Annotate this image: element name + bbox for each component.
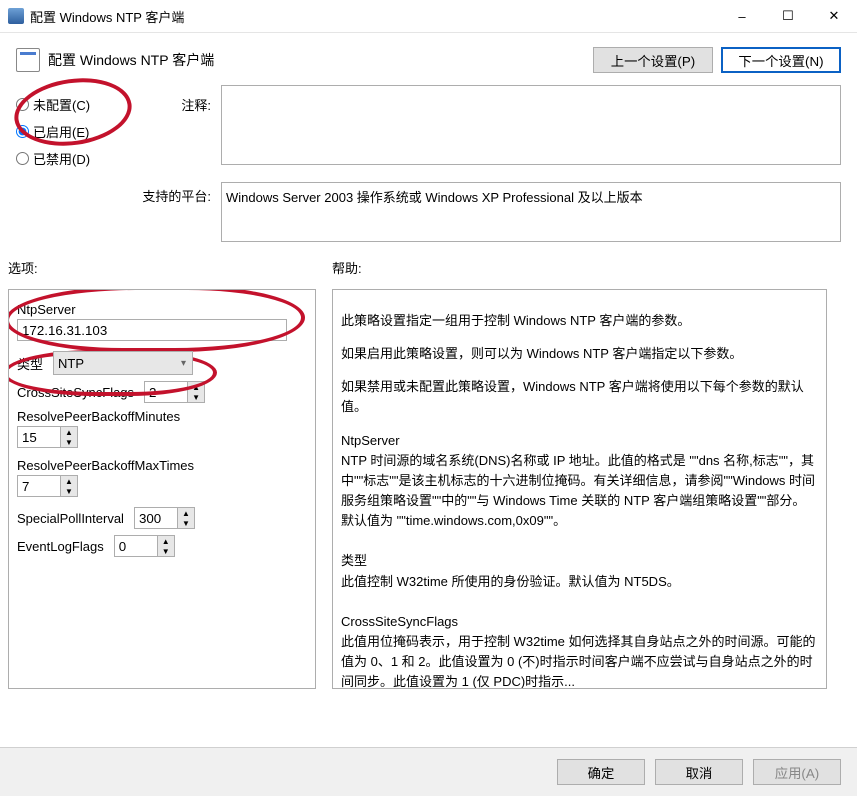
minimize-icon: – [738, 9, 745, 24]
radio-not-configured[interactable]: 未配置(C) [16, 95, 123, 114]
supported-on-label: 支持的平台: [142, 189, 211, 204]
ntpserver-label: NtpServer [17, 302, 307, 317]
radio-disabled[interactable]: 已禁用(D) [16, 149, 123, 168]
minimize-button[interactable]: – [719, 0, 765, 32]
help-h3: CrossSiteSyncFlags [341, 612, 818, 632]
options-heading: 选项: [8, 261, 38, 276]
spinner-down-icon[interactable]: ▼ [178, 518, 194, 528]
previous-setting-button[interactable]: 上一个设置(P) [593, 47, 713, 73]
help-p1: 此策略设置指定一组用于控制 Windows NTP 客户端的参数。 [341, 311, 818, 331]
maximize-button[interactable]: ☐ [765, 0, 811, 32]
spinner-up-icon[interactable]: ▲ [158, 536, 174, 546]
radio-disabled-input[interactable] [16, 152, 29, 165]
spinner-down-icon[interactable]: ▼ [61, 437, 77, 447]
spinner-up-icon[interactable]: ▲ [178, 508, 194, 518]
spinner-up-icon[interactable]: ▲ [188, 382, 204, 392]
supported-on-text: Windows Server 2003 操作系统或 Windows XP Pro… [221, 182, 841, 242]
cancel-label: 取消 [686, 766, 713, 781]
crosssite-label: CrossSiteSyncFlags [17, 385, 134, 400]
help-p4: NTP 时间源的域名系统(DNS)名称或 IP 地址。此值的格式是 ""dns … [341, 451, 818, 532]
ntpserver-input[interactable] [17, 319, 287, 341]
spinner-down-icon[interactable]: ▼ [158, 546, 174, 556]
help-p5: 此值控制 W32time 所使用的身份验证。默认值为 NT5DS。 [341, 572, 818, 592]
help-p3: 如果禁用或未配置此策略设置，Windows NTP 客户端将使用以下每个参数的默… [341, 377, 818, 417]
close-button[interactable]: ✕ [811, 0, 857, 32]
resolve-backoff-min-input[interactable] [17, 426, 61, 448]
radio-not-configured-input[interactable] [16, 98, 29, 111]
resolve-backoff-max-input[interactable] [17, 475, 61, 497]
help-p6: 此值用位掩码表示，用于控制 W32time 如何选择其自身站点之外的时间源。可能… [341, 632, 818, 689]
radio-disabled-label: 已禁用(D) [33, 149, 90, 168]
apply-button[interactable]: 应用(A) [753, 759, 841, 785]
resolve-backoff-max-label: ResolvePeerBackoffMaxTimes [17, 458, 307, 473]
radio-enabled-input[interactable] [16, 125, 29, 138]
options-panel: NtpServer 类型 NTP CrossSiteSyncFlags ▲▼ R… [8, 289, 316, 689]
spinner-up-icon[interactable]: ▲ [61, 427, 77, 437]
eventlog-input[interactable] [114, 535, 158, 557]
help-h2: 类型 [341, 551, 818, 571]
help-h1: NtpServer [341, 431, 818, 451]
type-combobox[interactable]: NTP [53, 351, 193, 375]
spinner-down-icon[interactable]: ▼ [61, 486, 77, 496]
radio-enabled-label: 已启用(E) [33, 122, 89, 141]
app-icon [8, 8, 24, 24]
radio-not-configured-label: 未配置(C) [33, 95, 90, 114]
help-p2: 如果启用此策略设置，则可以为 Windows NTP 客户端指定以下参数。 [341, 344, 818, 364]
resolve-backoff-min-label: ResolvePeerBackoffMinutes [17, 409, 307, 424]
special-poll-input[interactable] [134, 507, 178, 529]
maximize-icon: ☐ [782, 8, 794, 24]
help-panel[interactable]: 此策略设置指定一组用于控制 Windows NTP 客户端的参数。 如果启用此策… [332, 289, 827, 689]
setting-title: 配置 Windows NTP 客户端 [48, 50, 585, 70]
spinner-down-icon[interactable]: ▼ [188, 392, 204, 402]
close-icon: ✕ [829, 8, 840, 24]
crosssite-input[interactable] [144, 381, 188, 403]
type-value: NTP [58, 356, 84, 371]
cancel-button[interactable]: 取消 [655, 759, 743, 785]
window-title: 配置 Windows NTP 客户端 [30, 7, 719, 26]
spinner-up-icon[interactable]: ▲ [61, 476, 77, 486]
ok-label: 确定 [588, 766, 615, 781]
previous-setting-label: 上一个设置(P) [611, 54, 695, 69]
comment-textarea[interactable] [221, 85, 841, 165]
comment-label: 注释: [181, 98, 211, 113]
next-setting-label: 下一个设置(N) [738, 54, 823, 69]
apply-label: 应用(A) [775, 766, 819, 781]
next-setting-button[interactable]: 下一个设置(N) [721, 47, 841, 73]
policy-icon [16, 48, 40, 72]
special-poll-label: SpecialPollInterval [17, 511, 124, 526]
help-heading: 帮助: [332, 261, 362, 276]
ok-button[interactable]: 确定 [557, 759, 645, 785]
radio-enabled[interactable]: 已启用(E) [16, 122, 123, 141]
eventlog-label: EventLogFlags [17, 539, 104, 554]
type-label: 类型 [17, 354, 43, 373]
